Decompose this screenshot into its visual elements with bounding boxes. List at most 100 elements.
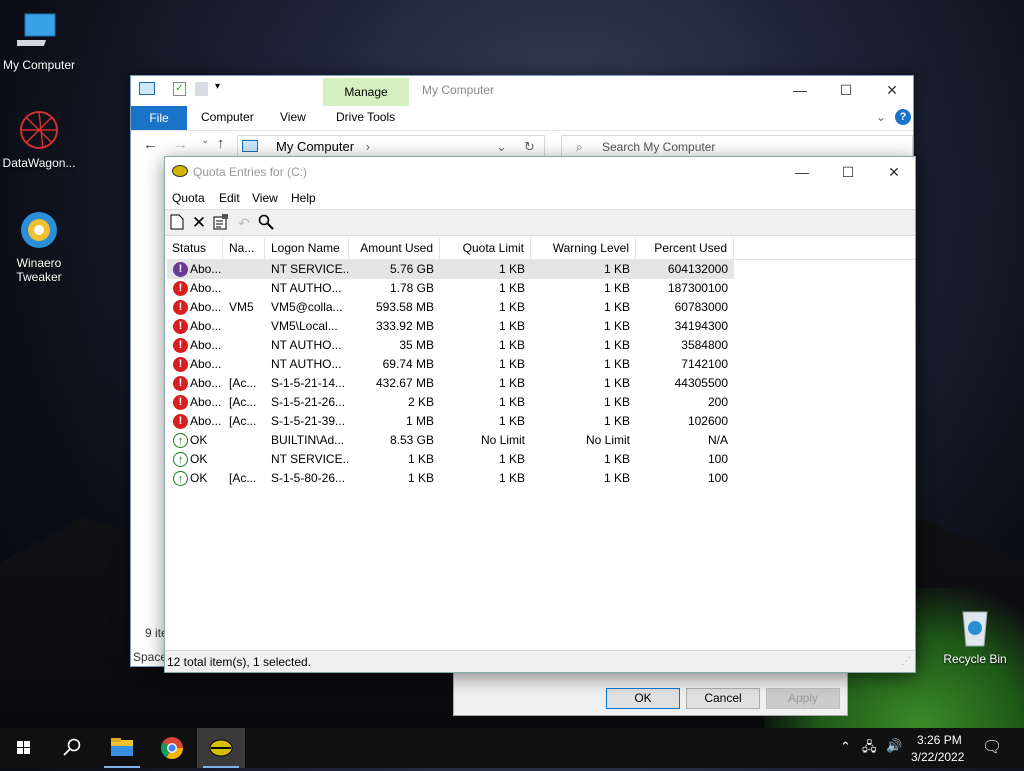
cell-status: Abo...: [190, 281, 222, 295]
cell-used: 69.74 MB: [382, 357, 434, 371]
cell-name: [229, 336, 265, 355]
desktop-icon-winaero-tweaker[interactable]: Winaero Tweaker: [0, 208, 78, 284]
cell-pct: 3584800: [681, 338, 728, 352]
cell-limit: 1 KB: [498, 452, 525, 466]
menu-quota[interactable]: Quota: [172, 191, 205, 205]
maximize-button[interactable]: ☐: [825, 158, 871, 186]
start-button[interactable]: [0, 728, 48, 768]
up-arrow-icon[interactable]: ↑: [217, 135, 225, 152]
table-row[interactable]: ↑ OK BUILTIN\Ad... 8.53 GB No Limit No Limit N…: [167, 431, 734, 450]
clock-time[interactable]: 3:26 PM: [917, 733, 962, 747]
volume-icon[interactable]: 🔊: [886, 738, 902, 754]
cell-warn: No Limit: [585, 433, 630, 447]
desktop-icon-my-computer[interactable]: My Computer: [0, 10, 78, 72]
tab-view[interactable]: View: [280, 110, 306, 124]
apply-button[interactable]: Apply: [766, 688, 840, 709]
table-row[interactable]: ! Abo... NT SERVICE... 5.76 GB 1 KB 1 KB 60413…: [167, 260, 734, 279]
properties-icon[interactable]: [212, 214, 230, 232]
delete-icon[interactable]: ✕: [190, 214, 208, 232]
forward-arrow-icon[interactable]: →: [173, 136, 188, 153]
cell-warn: 1 KB: [603, 281, 630, 295]
properties-checkbox-icon[interactable]: ✓: [173, 82, 186, 96]
ok-button[interactable]: OK: [606, 688, 680, 709]
close-button[interactable]: ✕: [869, 76, 915, 104]
quota-titlebar: Quota Entries for (C:) — ☐ ✕: [165, 157, 915, 187]
table-row[interactable]: ↑ OK [Ac... S-1-5-80-26... 1 KB 1 KB 1 KB 100: [167, 469, 734, 488]
clock-date[interactable]: 3/22/2022: [911, 750, 964, 764]
desktop-icon-label: My Computer: [2, 58, 76, 72]
search-button[interactable]: [48, 728, 96, 768]
find-icon[interactable]: [257, 214, 275, 232]
search-icon: [63, 738, 81, 756]
menu-view[interactable]: View: [252, 191, 278, 205]
recent-locations-icon[interactable]: ⌄: [201, 135, 209, 146]
table-row[interactable]: ↑ OK NT SERVICE... 1 KB 1 KB 1 KB 100: [167, 450, 734, 469]
action-center-icon[interactable]: 🗨: [982, 737, 1002, 757]
undo-icon[interactable]: ↶: [235, 214, 253, 232]
column-name[interactable]: Na...: [223, 237, 265, 260]
tab-computer[interactable]: Computer: [201, 110, 254, 124]
menu-help[interactable]: Help: [291, 191, 316, 205]
column-logon-name[interactable]: Logon Name: [265, 237, 349, 260]
chevron-down-icon[interactable]: ⌄: [496, 136, 507, 158]
cell-name: [Ac...: [229, 376, 257, 390]
taskbar-quota-entries[interactable]: [197, 728, 245, 768]
table-row[interactable]: ! Abo... [Ac... S-1-5-21-26... 2 KB 1 KB 1 KB 2…: [167, 393, 734, 412]
cell-limit: 1 KB: [498, 300, 525, 314]
cell-status: OK: [190, 452, 208, 466]
taskbar-chrome[interactable]: [148, 728, 196, 768]
column-percent-used[interactable]: Percent Used: [636, 237, 734, 260]
customize-qat-icon[interactable]: ▾: [215, 81, 220, 92]
column-amount-used[interactable]: Amount Used: [349, 237, 440, 260]
cell-name: [229, 450, 265, 469]
error-icon: !: [173, 300, 188, 315]
taskbar-file-explorer[interactable]: [98, 728, 146, 768]
table-row[interactable]: ! Abo... NT AUTHO... 69.74 MB 1 KB 1 KB 714210…: [167, 355, 734, 374]
cell-pct: 34194300: [674, 319, 728, 333]
cell-logon: S-1-5-21-14...: [271, 376, 346, 390]
expand-ribbon-icon[interactable]: ⌄: [876, 110, 886, 124]
table-row[interactable]: ! Abo... VM5\Local... 333.92 MB 1 KB 1 KB 3419…: [167, 317, 734, 336]
desktop-icon-datawagon[interactable]: DataWagon...: [0, 108, 78, 170]
column-quota-limit[interactable]: Quota Limit: [440, 237, 531, 260]
error-icon: !: [173, 319, 188, 334]
cell-used: 593.58 MB: [375, 300, 434, 314]
new-folder-icon[interactable]: [195, 82, 208, 96]
tab-drive-tools[interactable]: Drive Tools: [336, 110, 395, 124]
minimize-button[interactable]: —: [777, 76, 823, 104]
ok-icon: ↑: [173, 471, 188, 486]
tab-file[interactable]: File: [131, 106, 187, 130]
cell-warn: 1 KB: [603, 319, 630, 333]
table-row[interactable]: ! Abo... VM5 VM5@colla... 593.58 MB 1 KB 1 KB 6…: [167, 298, 734, 317]
cell-status: Abo...: [190, 319, 222, 333]
cell-used: 8.53 GB: [389, 433, 434, 447]
table-row[interactable]: ! Abo... NT AUTHO... 1.78 GB 1 KB 1 KB 1873001…: [167, 279, 734, 298]
close-button[interactable]: ✕: [871, 158, 917, 186]
desktop-icon-recycle-bin[interactable]: Recycle Bin: [936, 604, 1014, 666]
network-icon[interactable]: 🖧: [862, 738, 877, 760]
show-hidden-icons[interactable]: ⌃: [840, 739, 851, 755]
drive-properties-dialog: OK Cancel Apply: [453, 666, 848, 716]
cell-warn: 1 KB: [603, 262, 630, 276]
cell-warn: 1 KB: [603, 395, 630, 409]
quota-entries-list[interactable]: Status Na... Logon Name Amount Used Quot…: [167, 237, 915, 650]
new-entry-icon[interactable]: [168, 214, 186, 232]
cancel-button[interactable]: Cancel: [686, 688, 760, 709]
tab-manage[interactable]: Manage: [323, 78, 409, 106]
computer-icon: [242, 140, 258, 152]
table-row[interactable]: ! Abo... [Ac... S-1-5-21-39... 1 MB 1 KB 1 KB 1…: [167, 412, 734, 431]
column-status[interactable]: Status: [167, 237, 223, 260]
cell-used: 2 KB: [407, 395, 434, 409]
table-row[interactable]: ! Abo... NT AUTHO... 35 MB 1 KB 1 KB 3584800: [167, 336, 734, 355]
help-icon[interactable]: ?: [895, 109, 911, 125]
cell-name: [229, 260, 265, 279]
resize-grip-icon[interactable]: ⋰: [901, 651, 911, 673]
maximize-button[interactable]: ☐: [823, 76, 869, 104]
back-arrow-icon[interactable]: ←: [143, 136, 158, 153]
menu-edit[interactable]: Edit: [219, 191, 240, 205]
column-warning-level[interactable]: Warning Level: [531, 237, 636, 260]
chrome-icon: [161, 737, 183, 759]
table-row[interactable]: ! Abo... [Ac... S-1-5-21-14... 432.67 MB 1 KB…: [167, 374, 734, 393]
minimize-button[interactable]: —: [779, 158, 825, 186]
refresh-icon[interactable]: ↻: [524, 136, 535, 158]
